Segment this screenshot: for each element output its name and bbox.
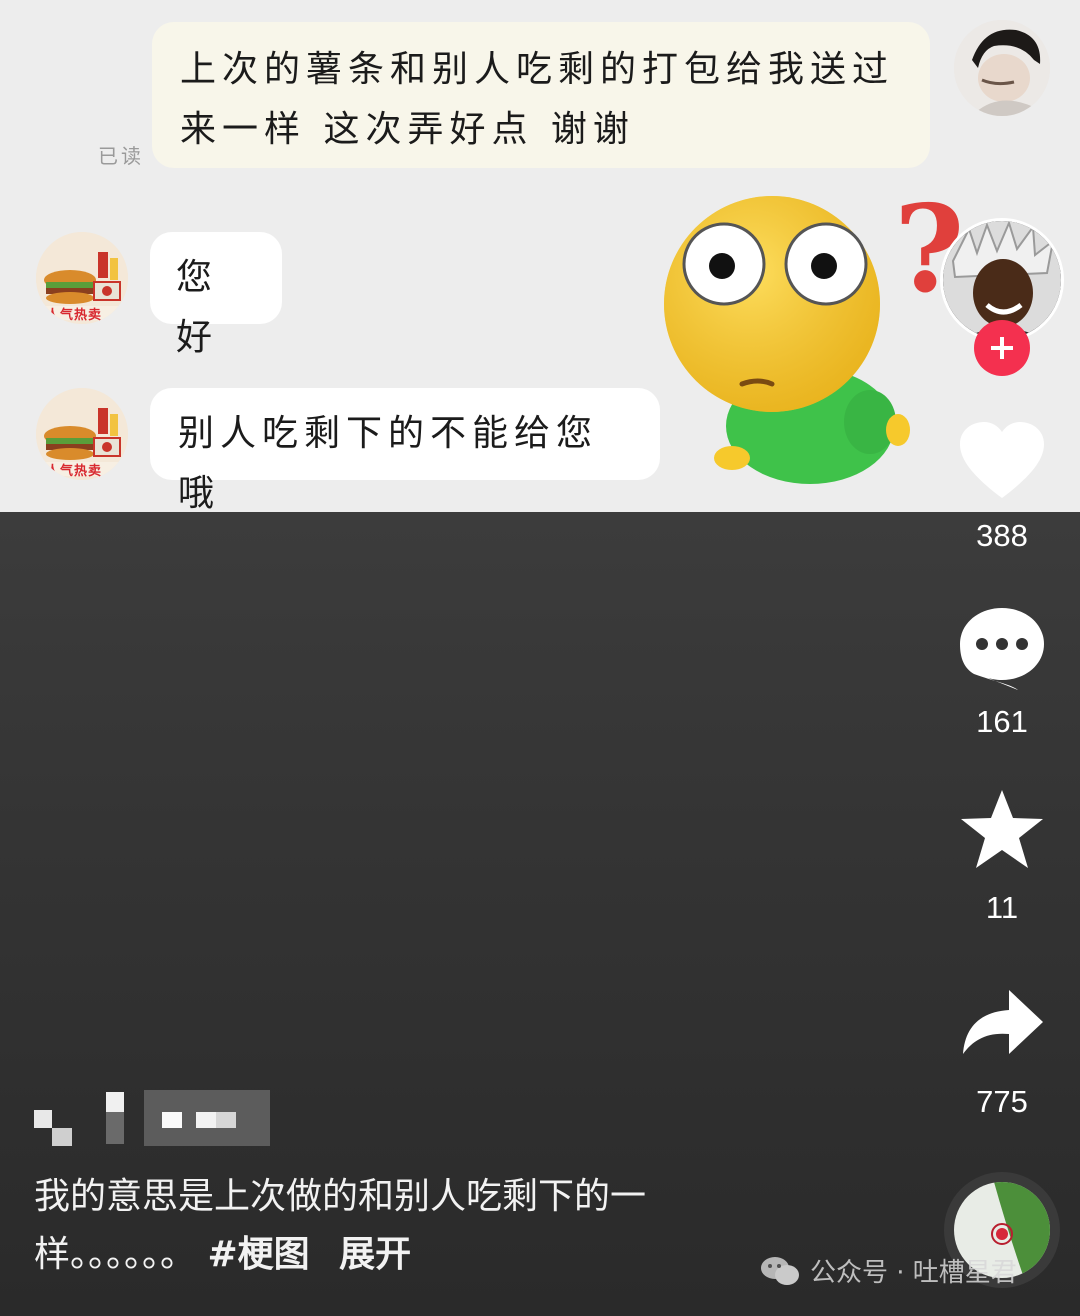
shop-message-bubble: 您好 bbox=[150, 232, 282, 358]
favorite-count: 11 bbox=[985, 890, 1019, 925]
wechat-icon bbox=[761, 1256, 799, 1285]
shop-message-text: 您好 bbox=[176, 257, 219, 358]
my-message-text: 上次的薯条和别人吃剩的打包给我送过来一样 这次弄好点 谢谢 bbox=[180, 49, 895, 150]
shop-avatar: 人气热卖 bbox=[36, 232, 128, 324]
comment-button[interactable]: 161 bbox=[940, 604, 1064, 740]
shop-message-text: 别人吃剩下的不能给您哦 bbox=[178, 413, 599, 514]
heart-icon bbox=[960, 422, 1044, 498]
shop-avatar: 人气热卖 bbox=[36, 388, 128, 480]
chat-screenshot: 上次的薯条和别人吃剩的打包给我送过来一样 这次弄好点 谢谢 已读 人气热卖 您好… bbox=[0, 0, 1080, 514]
favorite-button[interactable]: 11 bbox=[940, 788, 1064, 926]
star-icon bbox=[961, 790, 1043, 868]
hashtag-link[interactable]: #梗图 bbox=[207, 1234, 309, 1275]
shop-avatar-label: 人气热卖 bbox=[46, 308, 103, 323]
share-count: 775 bbox=[976, 1084, 1028, 1119]
sender-avatar bbox=[954, 20, 1050, 116]
author-name-redacted bbox=[34, 1084, 274, 1148]
video-caption: 我的意思是上次做的和别人吃剩下的一样。。。。。。 #梗图 展开 bbox=[34, 1168, 734, 1284]
read-status: 已读 bbox=[98, 144, 144, 168]
comment-count: 161 bbox=[976, 704, 1028, 739]
share-button[interactable]: 775 bbox=[940, 988, 1064, 1120]
like-count: 388 bbox=[976, 518, 1028, 553]
watermark-text: 公众号 · 吐槽星君 bbox=[810, 1258, 1017, 1288]
expand-button[interactable]: 展开 bbox=[339, 1234, 411, 1275]
follow-button[interactable] bbox=[974, 320, 1030, 376]
shop-message-bubble: 别人吃剩下的不能给您哦 bbox=[150, 388, 660, 514]
comment-icon bbox=[960, 608, 1044, 690]
watermark: 公众号 · 吐槽星君 bbox=[760, 1252, 1017, 1289]
my-message-bubble: 上次的薯条和别人吃剩的打包给我送过来一样 这次弄好点 谢谢 bbox=[152, 22, 930, 168]
plus-icon bbox=[991, 337, 1013, 359]
share-icon bbox=[963, 990, 1043, 1054]
like-button[interactable]: 388 bbox=[940, 418, 1064, 554]
confused-emoji-sticker bbox=[660, 186, 920, 492]
shop-avatar-label: 人气热卖 bbox=[46, 464, 103, 479]
